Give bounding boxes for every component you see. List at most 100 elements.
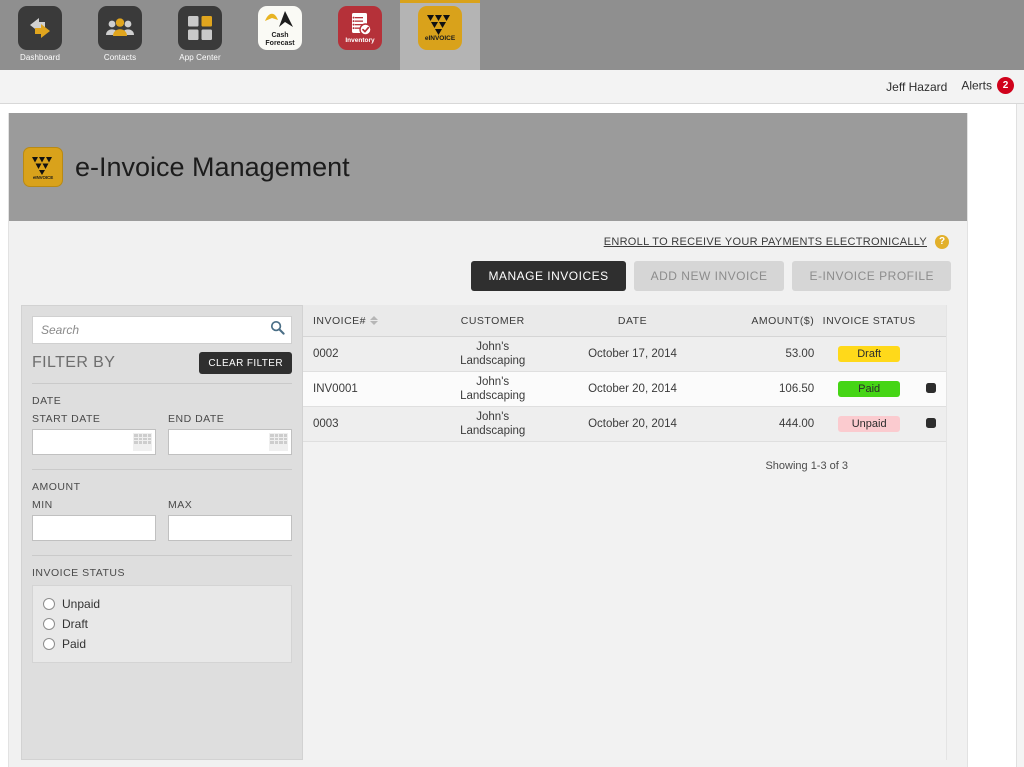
showing-count: Showing 1-3 of 3 [765, 460, 848, 472]
user-name[interactable]: Jeff Hazard [886, 80, 947, 94]
cell-status: Unpaid [822, 416, 916, 432]
page-banner: eINVOICE e-Invoice Management [9, 113, 967, 221]
einvoice-icon: eINVOICE [418, 6, 462, 50]
min-amount-input[interactable] [32, 515, 156, 541]
cash-forecast-icon: Cash Forecast [258, 6, 302, 50]
row-actions-icon[interactable] [926, 382, 937, 393]
sort-arrows-icon[interactable] [370, 316, 379, 325]
tab-manage-invoices[interactable]: MANAGE INVOICES [471, 261, 626, 291]
app-tile-cash-forecast[interactable]: Cash Forecast [240, 0, 320, 70]
enroll-row: ENROLL TO RECEIVE YOUR PAYMENTS ELECTRON… [9, 235, 951, 249]
app-tile-contacts[interactable]: Contacts [80, 0, 160, 70]
cell-amount: 444.00 [779, 418, 815, 430]
tab-e-invoice-profile[interactable]: E-INVOICE PROFILE [792, 261, 951, 291]
min-amount-field: MIN [32, 499, 156, 541]
app-tile-inventory[interactable]: Inventory [320, 0, 400, 70]
start-date-input[interactable] [32, 429, 156, 455]
end-date-label: END DATE [168, 413, 225, 425]
invoice-status-section-label: INVOICE STATUS [32, 567, 125, 579]
status-badge: Paid [838, 381, 901, 397]
radio-icon[interactable] [43, 638, 55, 650]
cell-date: October 20, 2014 [588, 418, 677, 430]
clear-filter-button[interactable]: CLEAR FILTER [199, 352, 292, 374]
cell-customer: John's Landscaping [460, 340, 526, 367]
user-bar: Jeff Hazard Alerts 2 [0, 70, 1024, 104]
start-date-input-wrap [32, 429, 156, 455]
column-header-date[interactable]: DATE [563, 315, 703, 327]
status-radio-unpaid[interactable]: Unpaid [43, 594, 281, 614]
max-amount-field: MAX [168, 499, 292, 541]
cash-forecast-caption: Cash Forecast [265, 32, 295, 47]
status-radio-paid[interactable]: Paid [43, 634, 281, 654]
alerts-label: Alerts [961, 78, 992, 93]
einvoice-caption: eINVOICE [424, 35, 456, 43]
table-row[interactable]: 0003 John's Landscaping October 20, 2014 444… [303, 407, 946, 442]
search-box[interactable] [32, 316, 292, 344]
app-tile-app-center[interactable]: App Center [160, 0, 240, 70]
date-section-label: DATE [32, 395, 62, 407]
cell-date: October 17, 2014 [588, 348, 677, 360]
search-input[interactable] [41, 323, 270, 337]
enroll-link[interactable]: ENROLL TO RECEIVE YOUR PAYMENTS ELECTRON… [604, 236, 927, 248]
divider [32, 469, 292, 470]
min-label: MIN [32, 499, 53, 511]
end-date-field: END DATE [168, 413, 292, 455]
row-actions-icon[interactable] [926, 417, 937, 428]
invoice-status-radio-group: Unpaid Draft Paid [32, 585, 292, 663]
cell-status: Paid [822, 381, 916, 397]
table-row[interactable]: INV0001 John's Landscaping October 20, 2014… [303, 372, 946, 407]
cell-customer: John's Landscaping [460, 410, 526, 437]
content-area: FILTER BY CLEAR FILTER DATE START DATE [9, 305, 967, 760]
einvoice-icon: eINVOICE [23, 147, 63, 187]
status-badge: Unpaid [838, 416, 901, 432]
amount-section-label: AMOUNT [32, 481, 81, 493]
app-tile-einvoice[interactable]: eINVOICE [400, 0, 480, 70]
filter-header: FILTER BY CLEAR FILTER [32, 352, 292, 384]
filter-sidebar: FILTER BY CLEAR FILTER DATE START DATE [21, 305, 303, 760]
column-header-invoice[interactable]: INVOICE# [303, 315, 423, 327]
column-header-amount[interactable]: AMOUNT($) [702, 315, 822, 327]
app-center-icon [178, 6, 222, 50]
action-area: ENROLL TO RECEIVE YOUR PAYMENTS ELECTRON… [9, 221, 967, 291]
tab-bar: MANAGE INVOICES ADD NEW INVOICE E-INVOICE … [9, 261, 951, 291]
end-date-input-wrap [168, 429, 292, 455]
radio-icon[interactable] [43, 598, 55, 610]
cell-status: Draft [822, 346, 916, 362]
invoice-table: INVOICE# CUSTOMER DATE AMOUNT($) INVOICE… [303, 305, 947, 760]
inventory-caption: Inventory [345, 37, 375, 45]
start-date-field: START DATE [32, 413, 156, 455]
cell-date: October 20, 2014 [588, 383, 677, 395]
app-tile-list: Dashboard Contacts App Center Cash Forecast I… [0, 0, 1024, 70]
tab-add-new-invoice[interactable]: ADD NEW INVOICE [633, 261, 785, 291]
contacts-icon [98, 6, 142, 50]
cell-customer: John's Landscaping [460, 375, 526, 402]
status-radio-label: Paid [62, 637, 87, 651]
page-scrollbar[interactable] [1016, 104, 1024, 767]
help-icon[interactable]: ? [935, 235, 949, 249]
cell-amount: 53.00 [785, 348, 815, 360]
radio-icon[interactable] [43, 618, 55, 630]
status-radio-draft[interactable]: Draft [43, 614, 281, 634]
divider [32, 555, 292, 556]
status-radio-label: Draft [62, 617, 89, 631]
column-header-invoice-label: INVOICE# [313, 314, 367, 327]
max-label: MAX [168, 499, 193, 511]
table-body: 0002 John's Landscaping October 17, 2014 53.… [303, 337, 946, 442]
cell-invoice-number: 0002 [313, 348, 339, 360]
alerts-count-badge: 2 [997, 77, 1014, 94]
table-row[interactable]: 0002 John's Landscaping October 17, 2014 53.… [303, 337, 946, 372]
cell-actions [916, 417, 946, 431]
alerts-link[interactable]: Alerts 2 [961, 77, 1014, 95]
column-header-status[interactable]: INVOICE STATUS [822, 315, 916, 327]
app-tile-dashboard[interactable]: Dashboard [0, 0, 80, 70]
max-amount-input[interactable] [168, 515, 292, 541]
cell-invoice-number: INV0001 [313, 383, 358, 395]
table-header-row: INVOICE# CUSTOMER DATE AMOUNT($) INVOICE… [303, 305, 946, 337]
inventory-icon: Inventory [338, 6, 382, 50]
einvoice-logo-label: eINVOICE [32, 174, 54, 180]
search-icon[interactable] [270, 320, 285, 340]
end-date-input[interactable] [168, 429, 292, 455]
column-header-customer[interactable]: CUSTOMER [423, 315, 563, 327]
status-badge: Draft [838, 346, 901, 362]
dashboard-icon [18, 6, 62, 50]
